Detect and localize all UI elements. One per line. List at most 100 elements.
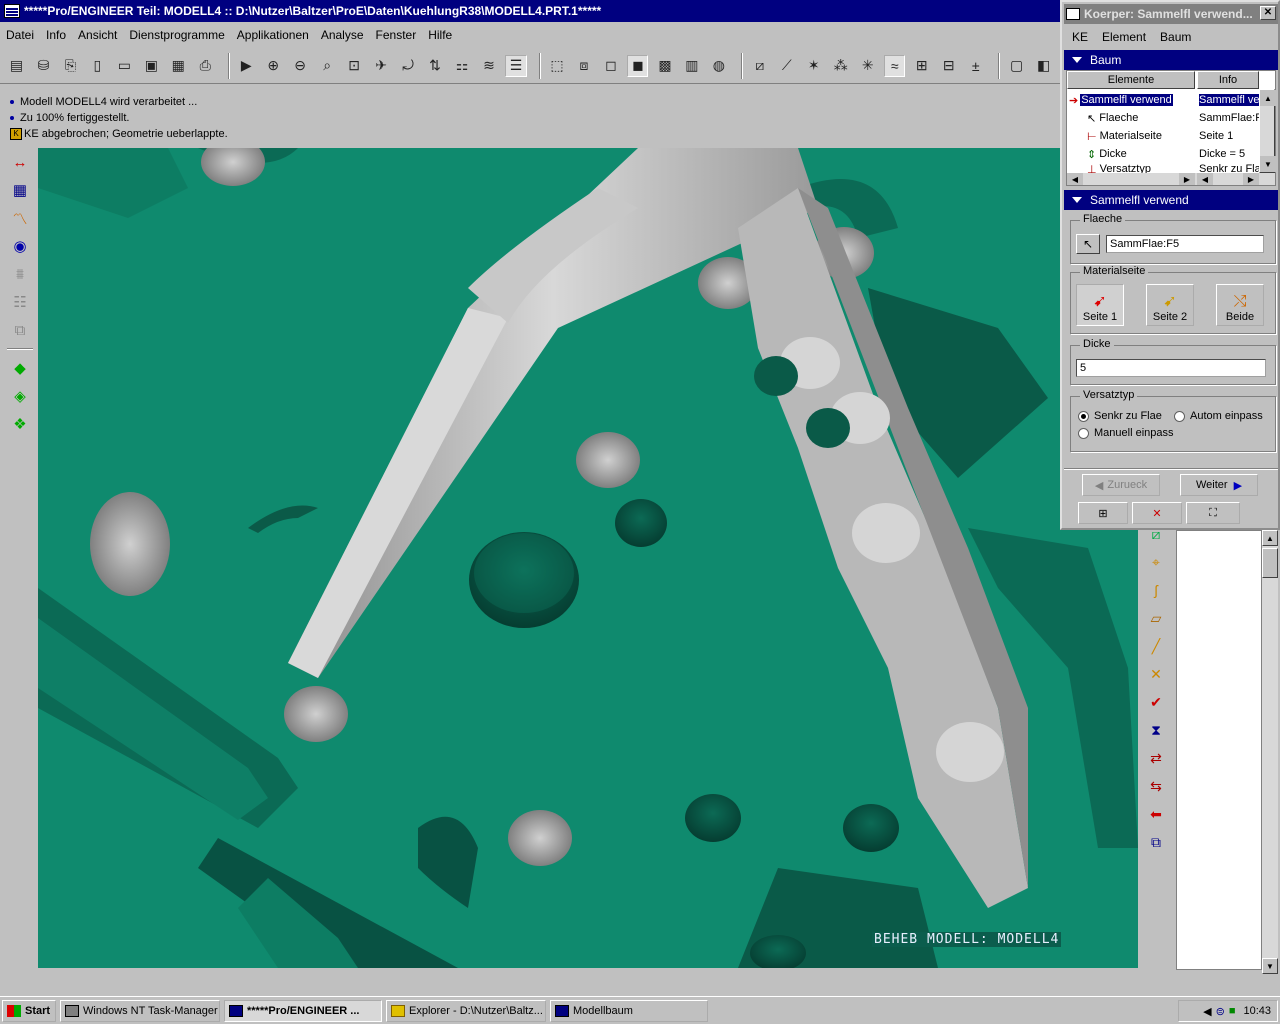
model-tree-panel[interactable] [1176,530,1262,970]
layer-box-icon[interactable]: ▦ [8,178,32,202]
preview-button[interactable]: ⛶ [1186,502,1240,524]
blank-page-icon[interactable]: ▯ [87,55,108,77]
csys-tag-icon[interactable]: ⊞ [911,55,932,77]
dialog-title-bar[interactable]: Koerper: Sammelfl verwend... ✕ [1064,4,1278,24]
scroll-thumb[interactable] [1262,548,1278,578]
point-tool-icon[interactable]: ✕ [1144,662,1168,686]
scroll-up-icon[interactable]: ▲ [1260,90,1276,106]
tree-row[interactable]: ⊥ Versatztyp [1087,163,1195,173]
back-button[interactable]: ◀ Zurueck [1082,474,1160,496]
copy-feature-icon[interactable]: ⧉ [8,318,32,342]
axis-label-icon[interactable]: ⇅ [425,55,446,77]
scroll-right-icon[interactable]: ▶ [1179,173,1195,185]
relations-icon[interactable]: ⩩ [8,262,32,286]
tree-hscroll[interactable]: ◀ ▶ ◀ ▶ [1067,173,1275,185]
window-icon[interactable]: ▢ [1006,55,1027,77]
dialog-close-icon[interactable]: ✕ [1260,6,1276,20]
zoom-in-icon[interactable]: ⊕ [263,55,284,77]
tree-row[interactable]: ⊢ Materialseite [1087,127,1195,145]
menu-applikationen[interactable]: Applikationen [237,28,309,42]
menu-ansicht[interactable]: Ansicht [78,28,117,42]
dimension-icon[interactable]: ↔ [8,150,32,174]
save-as-icon[interactable]: ▦ [168,55,189,77]
dialog-menu-ke[interactable]: KE [1072,30,1088,44]
named-view-icon[interactable]: ⚏ [452,55,473,77]
dialog-menu-baum[interactable]: Baum [1160,30,1191,44]
menu-info[interactable]: Info [46,28,66,42]
seite-2-button[interactable]: ➹ Seite 2 [1146,284,1194,326]
menu-analyse[interactable]: Analyse [321,28,364,42]
menu-dienstprogramme[interactable]: Dienstprogramme [129,28,224,42]
shade-quality-icon[interactable]: ▩ [654,55,675,77]
feature-section-header[interactable]: Sammelfl verwend [1064,190,1278,210]
start-button[interactable]: Start [2,1000,56,1022]
annotation-icon[interactable]: ⊟ [938,55,959,77]
wireframe-icon[interactable]: ⬚ [547,55,568,77]
monitor-icon[interactable]: ■ [1229,1005,1236,1017]
datum-axis-icon[interactable]: ⟋ [776,55,797,77]
plane-tool-icon[interactable]: ▱ [1144,606,1168,630]
beide-button[interactable]: ⤭ Beide [1216,284,1264,326]
radio-autom-einpass[interactable]: Autom einpass [1174,410,1263,422]
datum-plane-icon[interactable]: ⧄ [749,55,770,77]
cancel-button[interactable]: ✕ [1132,502,1182,524]
menu-hilfe[interactable]: Hilfe [428,28,452,42]
copy-file-icon[interactable]: ⎘ [60,55,81,77]
hidden-line-icon[interactable]: ⧈ [573,55,594,77]
analysis-tool-icon[interactable]: ⧗ [1144,718,1168,742]
scroll-up-icon[interactable]: ▲ [1262,530,1278,546]
radio-senkr-zu-flae[interactable]: Senkr zu Flae [1078,410,1162,422]
taskbar-item-explorer[interactable]: Explorer - D:\Nutzer\Baltz... [386,1000,546,1022]
seite-1-button[interactable]: ➹ Seite 1 [1076,284,1124,326]
save-icon[interactable]: ▣ [141,55,162,77]
refit-icon[interactable]: ⊡ [344,55,365,77]
surface-create-icon[interactable]: ◆ [8,356,32,380]
scroll-right-icon[interactable]: ▶ [1243,173,1259,185]
select-surface-button[interactable]: ↖ [1076,234,1100,254]
scroll-left-icon[interactable]: ◀ [1197,173,1213,185]
shading-icon[interactable]: ◼ [627,54,649,77]
repaint-icon[interactable]: ▶ [236,55,257,77]
line-tool-icon[interactable]: ╱ [1144,634,1168,658]
arrow-left-icon[interactable]: ⬅ [1144,802,1168,826]
tree-row[interactable]: ↖ Flaeche [1087,109,1195,127]
surface-offset-icon[interactable]: ❖ [8,412,32,436]
datum-axis-tool-icon[interactable]: ⌖ [1144,550,1168,574]
zoom-out-icon[interactable]: ⊖ [290,55,311,77]
orient-icon[interactable]: ✈ [371,55,392,77]
coordinate-system-icon[interactable]: ✳ [857,55,878,77]
family-table-icon[interactable]: ☷ [8,290,32,314]
datum-point-icon[interactable]: ✶ [803,55,824,77]
baum-section-header[interactable]: Baum [1064,50,1278,70]
element-tree-table[interactable]: Elemente Info ➔ Sammelfl verwend ↖ Flaech… [1066,70,1276,186]
network-icon[interactable]: ⊜ [1216,1005,1225,1018]
tree-row[interactable]: ⇕ Dicke [1087,145,1195,163]
flaeche-field[interactable]: SammFlae:F5 [1106,235,1264,253]
scroll-down-icon[interactable]: ▼ [1262,958,1278,974]
dialog-menu-element[interactable]: Element [1102,30,1146,44]
sketch-icon[interactable]: 〽 [8,206,32,230]
new-file-icon[interactable]: ▤ [6,55,27,77]
column-header-info[interactable]: Info [1197,71,1259,89]
folder-open-icon[interactable]: ▭ [114,55,135,77]
datum-curve-tool-icon[interactable]: ʃ [1144,578,1168,602]
main-title-bar[interactable]: *****Pro/ENGINEER Teil: MODELL4 :: D:\Nu… [0,0,1060,22]
model-tree-icon[interactable]: ☰ [505,54,527,77]
mirror-tool-icon[interactable]: ⇆ [1144,774,1168,798]
graphics-viewport[interactable] [38,148,1138,968]
column-header-elemente[interactable]: Elemente [1067,71,1195,89]
point-tag-icon[interactable]: ⁂ [830,55,851,77]
radio-manuell-einpass[interactable]: Manuell einpass [1078,427,1174,439]
swap-tool-icon[interactable]: ⇄ [1144,746,1168,770]
spin-icon[interactable]: ⤾ [398,55,419,77]
window-tool-icon[interactable]: ⧉ [1144,830,1168,854]
taskbar-item-modellbaum[interactable]: Modellbaum [550,1000,708,1022]
no-hidden-icon[interactable]: ◻ [600,55,621,77]
window-activate-icon[interactable]: ◧ [1033,55,1054,77]
layers-icon[interactable]: ≋ [478,55,499,77]
scroll-left-icon[interactable]: ◀ [1067,173,1083,185]
system-menu-icon[interactable] [4,4,20,18]
tree-row[interactable]: ➔ Sammelfl verwend [1067,91,1195,109]
speaker-icon[interactable]: ◀ [1203,1005,1211,1018]
scroll-down-icon[interactable]: ▼ [1260,156,1276,172]
